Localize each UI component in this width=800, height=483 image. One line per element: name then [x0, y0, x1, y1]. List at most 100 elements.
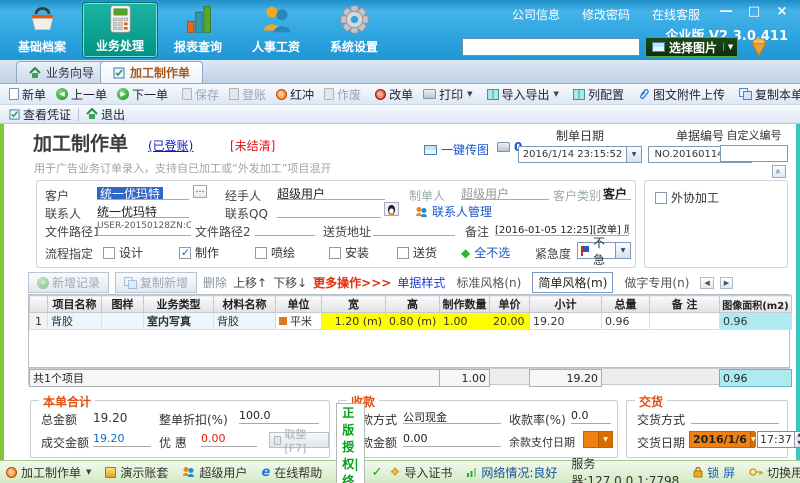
subtotal-cell[interactable]: 19.20: [530, 313, 602, 330]
status-online-help[interactable]: e在线帮助: [261, 464, 322, 481]
discount-value[interactable]: 100.0: [239, 409, 319, 424]
discount-off-value[interactable]: 0.00: [201, 432, 257, 447]
nav-item-settings[interactable]: 系统设置: [316, 2, 392, 58]
delivery-address-value[interactable]: [373, 221, 455, 236]
balance-due-date-combobox[interactable]: ▼: [583, 431, 613, 448]
handler-value[interactable]: 超级用户: [277, 185, 385, 200]
select-none-link[interactable]: ◆全不选: [461, 244, 510, 261]
business-type-cell[interactable]: 室内写真: [144, 313, 214, 330]
select-image-button[interactable]: 选择图片 ▼: [645, 37, 738, 57]
customer-value[interactable]: 统一优玛特: [97, 185, 189, 200]
custom-number-input[interactable]: [720, 145, 788, 162]
red-flush-button[interactable]: ◎红冲: [271, 86, 319, 103]
height-cell[interactable]: 0.80 (m): [386, 313, 440, 330]
posted-status-link[interactable]: (已登账): [148, 137, 193, 154]
customer-browse-button[interactable]: …: [193, 185, 207, 198]
change-password-link[interactable]: 修改密码: [582, 6, 630, 23]
spin-up-icon[interactable]: ▲: [795, 432, 800, 440]
delivery-date-combobox[interactable]: 2016/1/6▼: [689, 431, 755, 448]
payment-method-value[interactable]: 公司现金: [403, 409, 501, 424]
scroll-right-button[interactable]: ▶: [720, 277, 733, 289]
qq-value[interactable]: [277, 203, 381, 218]
add-record-button[interactable]: ＋新增记录: [28, 272, 109, 293]
checkbox-design[interactable]: 设计: [103, 244, 143, 261]
move-up-button[interactable]: 上移↑: [233, 274, 267, 291]
chevron-down-icon[interactable]: ▼: [750, 432, 756, 447]
spin-down-icon[interactable]: ▼: [795, 440, 800, 448]
doc-style-button[interactable]: 单据样式: [397, 274, 445, 291]
quantity-cell[interactable]: 1.00: [440, 313, 490, 330]
column-config-button[interactable]: 列配置: [568, 86, 629, 103]
width-cell[interactable]: 1.20 (m): [322, 313, 386, 330]
close-button[interactable]: ×: [774, 4, 790, 19]
nav-item-hr-payroll[interactable]: 人事工资: [238, 2, 314, 58]
contact-manager-link[interactable]: 联系人管理: [415, 203, 492, 220]
status-import-cert[interactable]: ❖导入证书: [390, 464, 453, 481]
online-support-link[interactable]: 在线客服: [652, 6, 700, 23]
move-down-button[interactable]: 下移↓: [273, 274, 307, 291]
image-path-input[interactable]: [462, 38, 640, 56]
unit-cell[interactable]: 平米: [276, 313, 322, 330]
prev-order-button[interactable]: ◀上一单: [51, 86, 112, 103]
nav-item-reports[interactable]: 报表查询: [160, 2, 236, 58]
save-button[interactable]: 保存: [177, 86, 224, 103]
status-doc-menu[interactable]: ◎加工制作单▼: [6, 464, 91, 481]
chevron-down-icon[interactable]: ▼: [626, 147, 641, 162]
payment-rate-value[interactable]: 0.0: [571, 409, 611, 424]
checkbox-production[interactable]: 制作: [179, 244, 219, 261]
checkbox-delivery[interactable]: 送货: [397, 244, 437, 261]
next-order-button[interactable]: ▶下一单: [112, 86, 173, 103]
minimize-button[interactable]: —: [718, 4, 734, 19]
more-operations-button[interactable]: 更多操作>>>: [313, 274, 391, 291]
style-tab-lettering[interactable]: 做字专用(n): [619, 273, 694, 292]
import-export-button[interactable]: 导入导出▼: [482, 86, 564, 103]
status-demo-account[interactable]: 演示账套: [105, 464, 168, 481]
remark-cell[interactable]: [650, 313, 720, 330]
deal-amount-value[interactable]: 19.20: [93, 432, 151, 447]
copy-order-button[interactable]: 复制本单: [734, 86, 800, 103]
material-cell[interactable]: 背胶: [214, 313, 276, 330]
style-tab-standard[interactable]: 标准风格(n): [451, 273, 526, 292]
style-tab-simple[interactable]: 简单风格(m): [532, 272, 613, 293]
status-switch-user[interactable]: 切换用户: [749, 464, 800, 481]
qq-button[interactable]: [384, 202, 399, 216]
round-button[interactable]: 取整[F7]: [269, 432, 329, 448]
contact-value[interactable]: 统一优玛特: [97, 203, 189, 218]
file-path1-value[interactable]: USER-20150128ZN:C:\: [97, 221, 191, 236]
delivery-method-value[interactable]: [691, 409, 779, 424]
print-button[interactable]: 打印▼: [418, 86, 477, 103]
nav-item-business[interactable]: 业务处理: [82, 2, 158, 58]
checkbox-inkjet[interactable]: 喷绘: [255, 244, 295, 261]
view-voucher-button[interactable]: 查看凭证: [4, 106, 76, 123]
exit-button[interactable]: 退出: [81, 106, 130, 123]
total-cell[interactable]: 0.96: [602, 313, 650, 330]
chevron-down-icon[interactable]: ▼: [615, 243, 630, 258]
scroll-left-button[interactable]: ◀: [700, 277, 713, 289]
status-current-user[interactable]: 超级用户: [182, 464, 247, 481]
nav-item-basic-files[interactable]: 基础档案: [4, 2, 80, 58]
project-name-cell[interactable]: 背胶: [48, 313, 102, 330]
new-order-button[interactable]: 新单: [4, 86, 51, 103]
select-image-dropdown[interactable]: ▼: [723, 43, 737, 51]
copy-add-button[interactable]: 复制新增: [115, 272, 197, 293]
post-account-button[interactable]: 登账: [224, 86, 271, 103]
maximize-button[interactable]: □: [746, 4, 762, 19]
order-date-combobox[interactable]: 2016/1/14 23:15:52▼: [518, 146, 642, 163]
tab-production-order[interactable]: 加工制作单: [100, 61, 203, 83]
status-lock-screen[interactable]: 锁 屏: [693, 464, 735, 481]
urgency-combobox[interactable]: 不急▼: [577, 242, 631, 259]
send-image-link[interactable]: 一键传图: [424, 141, 489, 158]
file-path2-value[interactable]: [255, 221, 315, 236]
payment-amount-value[interactable]: 0.00: [403, 432, 501, 447]
unit-price-cell[interactable]: 20.00: [490, 313, 530, 330]
checkbox-install[interactable]: 安装: [329, 244, 369, 261]
delete-button[interactable]: 删除: [203, 274, 227, 291]
chevron-down-icon[interactable]: ▼: [598, 432, 612, 447]
tab-business-wizard[interactable]: 业务向导: [16, 61, 107, 83]
void-button[interactable]: 作废: [319, 86, 366, 103]
checkbox-outsource[interactable]: 外协加工: [655, 189, 719, 206]
pattern-cell[interactable]: [102, 313, 144, 330]
attachment-upload-button[interactable]: 图文附件上传: [633, 86, 730, 103]
modify-order-button[interactable]: ◎改单: [370, 86, 418, 103]
company-info-link[interactable]: 公司信息: [512, 6, 560, 23]
